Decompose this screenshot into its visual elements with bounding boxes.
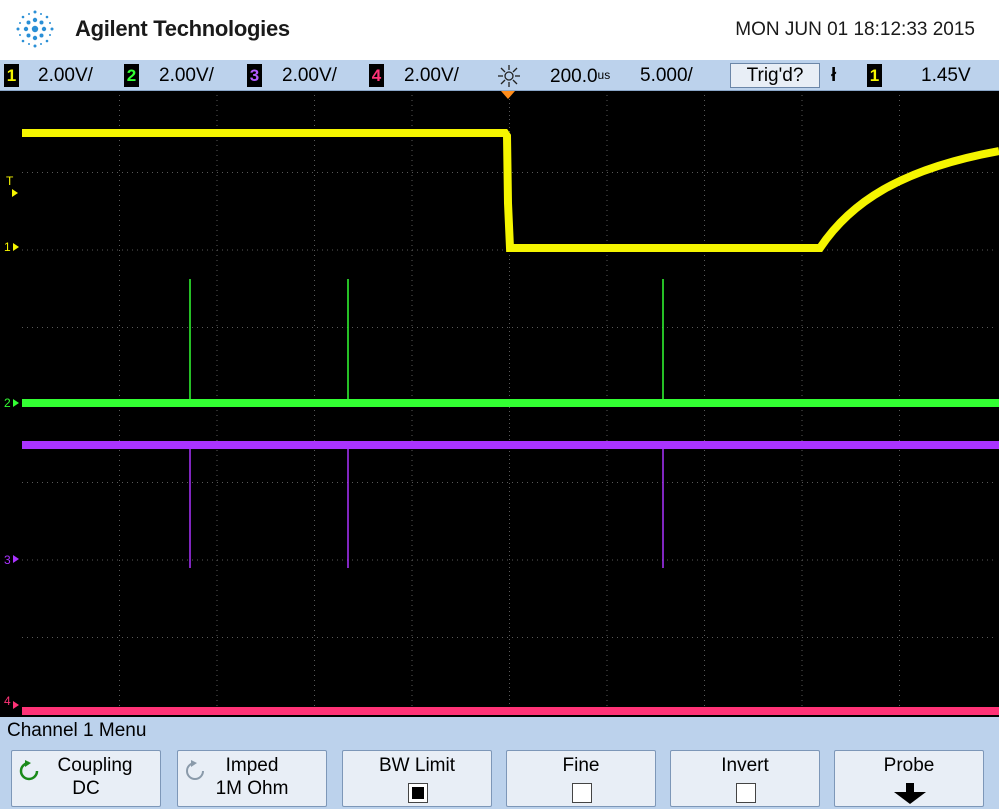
coupling-value: DC (72, 778, 100, 799)
bw-limit-label: BW Limit (379, 755, 455, 776)
timebase-unit: us (597, 68, 611, 82)
channel-3-trace (22, 441, 999, 568)
channel-2-trace (22, 279, 999, 407)
channel-3-ground-marker-label: 3 (4, 553, 11, 567)
invert-label: Invert (721, 755, 769, 776)
channel-4-ground-marker-label: 4 (4, 694, 11, 708)
date-time: MON JUN 01 18:12:33 2015 (735, 19, 975, 40)
channel-1-ground-marker[interactable] (13, 243, 19, 251)
channel-2-ground-marker[interactable] (13, 399, 19, 407)
bw-limit-softkey[interactable]: BW Limit (342, 750, 492, 807)
trigger-status-button[interactable]: Trig'd? (730, 63, 820, 88)
timebase-icon (498, 65, 520, 87)
timebase-number: 200.0 (550, 66, 598, 87)
channel-1-trace (22, 129, 999, 252)
impedance-softkey[interactable]: Imped 1M Ohm (177, 750, 327, 807)
header: Agilent Technologies MON JUN 01 18:12:33… (0, 0, 999, 60)
brand-name: Agilent Technologies (75, 16, 290, 41)
impedance-label: Imped (225, 755, 279, 776)
channel-2-scale[interactable]: 2.00V/ (159, 63, 214, 88)
channel-4-ground-marker[interactable] (13, 701, 19, 709)
waveform-display[interactable]: T 1 2 3 4 (0, 91, 999, 717)
channel-2-indicator[interactable]: 2 (124, 64, 139, 87)
channel-3-indicator[interactable]: 3 (247, 64, 262, 87)
sample-rate[interactable]: 5.000/ (640, 63, 693, 88)
timebase-value[interactable]: 200.0us (550, 63, 610, 88)
coupling-label: Coupling (57, 755, 133, 776)
impedance-value: 1M Ohm (215, 778, 289, 799)
fine-label: Fine (562, 755, 600, 776)
invert-checkbox[interactable] (736, 783, 756, 803)
invert-softkey[interactable]: Invert (670, 750, 820, 807)
agilent-logo-icon (16, 10, 54, 48)
menu-title: Channel 1 Menu (0, 717, 999, 744)
waveform-canvas: T 1 2 3 4 (4, 91, 999, 715)
fine-checkbox[interactable] (572, 783, 592, 803)
trigger-source-indicator[interactable]: 1 (867, 64, 882, 87)
channel-1-indicator[interactable]: 1 (4, 64, 19, 87)
channel-1-scale[interactable]: 2.00V/ (38, 63, 93, 88)
status-bar: 1 2.00V/ 2 2.00V/ 3 2.00V/ 4 2.00V/ 200.… (0, 60, 999, 91)
trigger-level-marker[interactable] (12, 189, 18, 197)
channel-1-ground-marker-label: 1 (4, 240, 11, 254)
probe-label: Probe (883, 755, 935, 776)
sample-rate-number: 5.000 (640, 65, 688, 86)
trigger-edge-icon: ł (831, 65, 837, 86)
bw-limit-checkbox[interactable] (408, 783, 428, 803)
channel-4-scale[interactable]: 2.00V/ (404, 63, 459, 88)
sample-rate-unit: / (687, 65, 693, 86)
channel-2-ground-marker-label: 2 (4, 396, 11, 410)
trigger-level-marker-label: T (6, 174, 14, 188)
softkey-bar: Coupling DC Imped 1M Ohm BW Limit Fine I… (0, 744, 999, 809)
coupling-softkey[interactable]: Coupling DC (11, 750, 161, 807)
fine-softkey[interactable]: Fine (506, 750, 656, 807)
submenu-arrow-icon (894, 783, 926, 804)
channel-3-ground-marker[interactable] (13, 555, 19, 563)
trigger-position-marker (501, 91, 515, 99)
trigger-level[interactable]: 1.45V (921, 63, 971, 88)
channel-4-indicator[interactable]: 4 (369, 64, 384, 87)
channel-3-scale[interactable]: 2.00V/ (282, 63, 337, 88)
probe-softkey[interactable]: Probe (834, 750, 984, 807)
